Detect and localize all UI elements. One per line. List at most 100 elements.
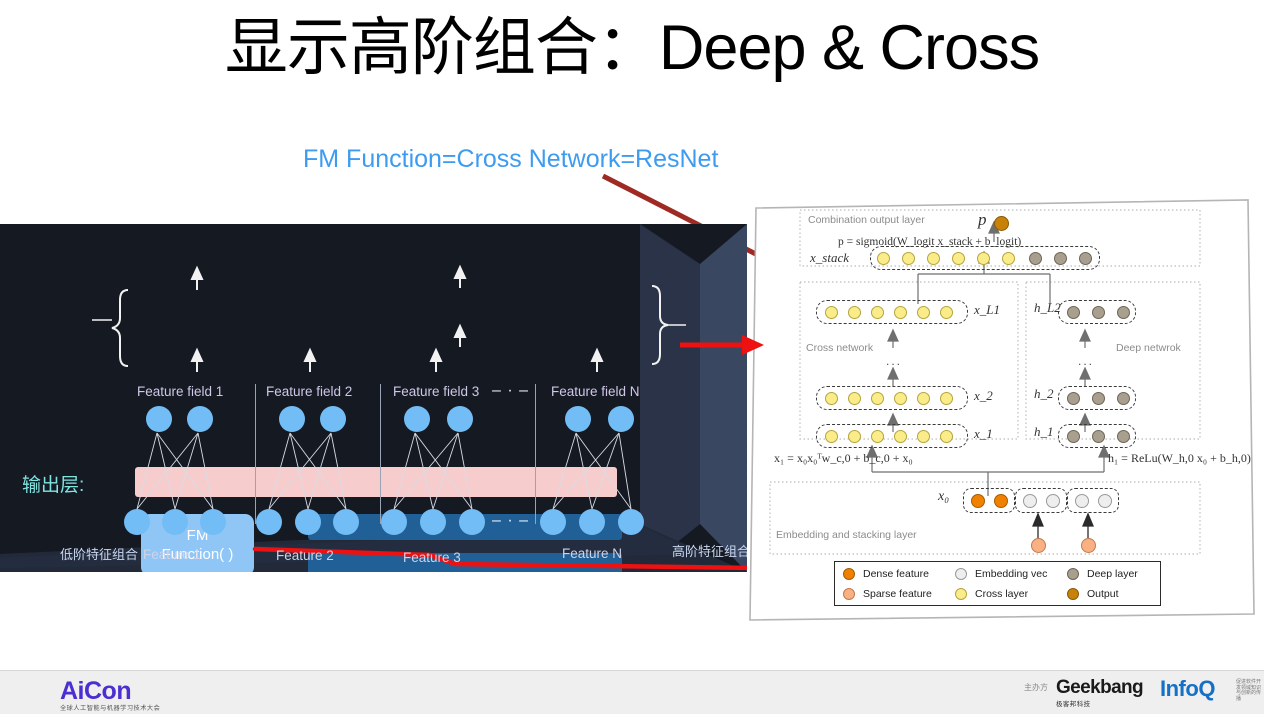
cross-row-x2	[816, 386, 968, 410]
deep-layer-node	[1092, 430, 1105, 443]
x0-dense-group	[963, 488, 1015, 513]
cross-layer-node	[917, 430, 930, 443]
deep-layer-node	[1117, 306, 1130, 319]
x-stack-label: x_stack	[810, 250, 849, 265]
sparse-feature-node	[1031, 538, 1046, 553]
cross-layer-node	[825, 306, 838, 319]
feature-label-2: Feature 2	[276, 548, 334, 563]
cross-layer-node	[940, 306, 953, 319]
x-stack-group	[870, 246, 1100, 270]
output-node	[994, 216, 1009, 231]
feature-label-n: Feature N	[562, 546, 623, 561]
cross-layer-node	[940, 430, 953, 443]
deep-cross-network-figure: Combination output layer p p = sigmoid(W…	[748, 196, 1264, 626]
geekbang-wordmark: Geekbang	[1056, 677, 1144, 698]
cross-layer-node	[848, 392, 861, 405]
cross-row-label-xL1: x_L1	[974, 302, 1000, 317]
geekbang-tagline: 极客邦科技	[1056, 701, 1091, 708]
cross-layer-node	[894, 306, 907, 319]
left-architecture-panel: 输出层: Dense层: Onehot输入层: 低阶特征组合 高阶特征组合 FM…	[0, 224, 747, 572]
deep-row-label-hL2: h_L2	[1034, 300, 1061, 315]
cross-row-x1	[816, 424, 968, 448]
legend-dot-deep-layer	[1067, 568, 1079, 580]
deep-equation: h₁ = ReLu(W_h,0 x₀ + b_h,0)	[1108, 451, 1251, 465]
cross-layer-node	[871, 430, 884, 443]
aicon-wordmark: AiCon	[60, 677, 132, 705]
aicon-tagline: 全球人工智能与机器学习技术大会	[60, 705, 161, 712]
deep-layer-node	[1029, 252, 1042, 265]
cross-layer-node	[894, 430, 907, 443]
cross-layer-node	[825, 430, 838, 443]
deep-layer-node	[1067, 392, 1080, 405]
cross-layer-node	[848, 430, 861, 443]
deep-layer-node	[1054, 252, 1067, 265]
x0-embedding-group-1	[1015, 488, 1067, 513]
legend-dot-output	[1067, 588, 1079, 600]
deep-layer-node	[1117, 392, 1130, 405]
dense-feature-node	[971, 494, 985, 508]
cross-layer-node	[917, 392, 930, 405]
deep-row-label-h2: h_2	[1034, 386, 1054, 401]
deep-layer-node	[1117, 430, 1130, 443]
cross-layer-node	[871, 306, 884, 319]
network-edges	[136, 432, 632, 510]
deep-layer-node	[1067, 306, 1080, 319]
sparse-feature-node	[1081, 538, 1096, 553]
deep-network-label: Deep netwrok	[1116, 342, 1181, 354]
cross-network-label: Cross network	[806, 342, 874, 354]
deep-layer-node	[1079, 252, 1092, 265]
x0-label: x₀	[938, 489, 950, 504]
legend-dot-embedding-vec	[955, 568, 967, 580]
feature-label-1: Feature 1	[143, 547, 201, 562]
deep-layer-node	[1067, 430, 1080, 443]
cross-equation: x₁ = x₀x₀ᵀw_c,0 + b_c,0 + x₀	[774, 451, 913, 465]
embedding-vec-node	[1075, 494, 1089, 508]
combination-output-layer-label: Combination output layer	[808, 214, 925, 226]
x0-embedding-group-2	[1067, 488, 1119, 513]
deep-layer-node	[1092, 306, 1105, 319]
legend-dot-dense-feature	[843, 568, 855, 580]
cross-layer-node	[894, 392, 907, 405]
infoq-tagline: 促进软件开发领域知识与创新的传播	[1236, 679, 1262, 702]
deep-layer-node	[1092, 392, 1105, 405]
embedding-stacking-layer-label: Embedding and stacking layer	[776, 529, 917, 541]
legend-label-cross-layer: Cross layer	[975, 588, 1029, 600]
cross-layer-node	[902, 252, 915, 265]
geekbang-logo: Geekbang 极客邦科技	[1056, 677, 1144, 709]
cross-layer-node	[848, 306, 861, 319]
deep-row-label-h1: h_1	[1034, 424, 1054, 439]
deep-vertical-ellipsis: ...	[1078, 354, 1095, 368]
cross-vertical-ellipsis: ...	[886, 354, 903, 368]
embedding-vec-node	[1046, 494, 1060, 508]
legend-label-deep-layer: Deep layer	[1087, 568, 1138, 580]
deep-row-h1	[1058, 424, 1136, 448]
deep-row-h2	[1058, 386, 1136, 410]
infoq-logo: InfoQ	[1160, 676, 1215, 701]
cross-layer-node	[871, 392, 884, 405]
cross-layer-node	[927, 252, 940, 265]
legend-label-embedding-vec: Embedding vec	[975, 568, 1048, 580]
legend-label-dense-feature: Dense feature	[863, 568, 929, 580]
cross-layer-node	[917, 306, 930, 319]
red-pointer-arrowhead-icon	[680, 335, 764, 355]
deep-row-hL2	[1058, 300, 1136, 324]
figure-legend: Dense feature Sparse feature Embedding v…	[834, 561, 1161, 606]
cross-layer-node	[940, 392, 953, 405]
cross-row-label-x2: x_2	[974, 388, 993, 403]
cross-row-label-x1: x_1	[974, 426, 993, 441]
cross-row-xL1	[816, 300, 968, 324]
cross-layer-node	[877, 252, 890, 265]
cross-layer-node	[1002, 252, 1015, 265]
cross-layer-node	[825, 392, 838, 405]
p-symbol-label: p	[978, 210, 987, 229]
page-title: 显示高阶组合：Deep & Cross	[224, 13, 1040, 83]
sponsor-label: 主办方	[1024, 683, 1048, 692]
dense-feature-node	[994, 494, 1008, 508]
cross-layer-node	[977, 252, 990, 265]
feature-label-3: Feature 3	[403, 550, 461, 565]
legend-dot-cross-layer	[955, 588, 967, 600]
legend-dot-sparse-feature	[843, 588, 855, 600]
aicon-logo: AiCon 全球人工智能与机器学习技术大会	[60, 678, 160, 712]
legend-label-output: Output	[1087, 588, 1119, 600]
embedding-vec-node	[1098, 494, 1112, 508]
